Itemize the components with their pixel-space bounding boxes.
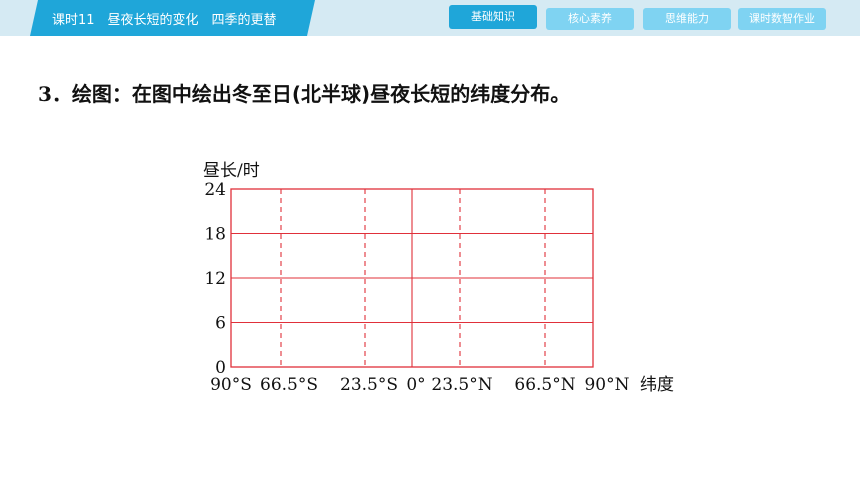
y-tick-label: 12: [204, 269, 226, 289]
x-tick-label: 66.5°N: [514, 375, 575, 395]
x-tick-label: 66.5°S: [260, 375, 318, 395]
x-tick-label: 23.5°S: [340, 375, 398, 395]
y-axis-label: 昼长/时: [203, 161, 260, 181]
y-tick-label: 24: [204, 180, 226, 200]
x-tick-label: 90°S: [210, 375, 252, 395]
x-tick-label: 23.5°N: [431, 375, 492, 395]
x-tick-label: 90°N: [584, 375, 629, 395]
y-tick-label: 18: [204, 225, 226, 245]
x-tick-label: 0°: [406, 375, 425, 395]
chart-tick-labels: 2418126090°S 66.5°S 23.5°S 0° 23.5°N 66.5°N 90…: [204, 180, 629, 395]
chart-grid: [230, 188, 594, 368]
day-length-chart: 昼长/时 纬度 2418126090°S 66.5°S 23.5°S 0° 23.5°N…: [203, 161, 674, 395]
x-axis-label: 纬度: [640, 375, 674, 395]
y-tick-label: 6: [215, 314, 226, 334]
